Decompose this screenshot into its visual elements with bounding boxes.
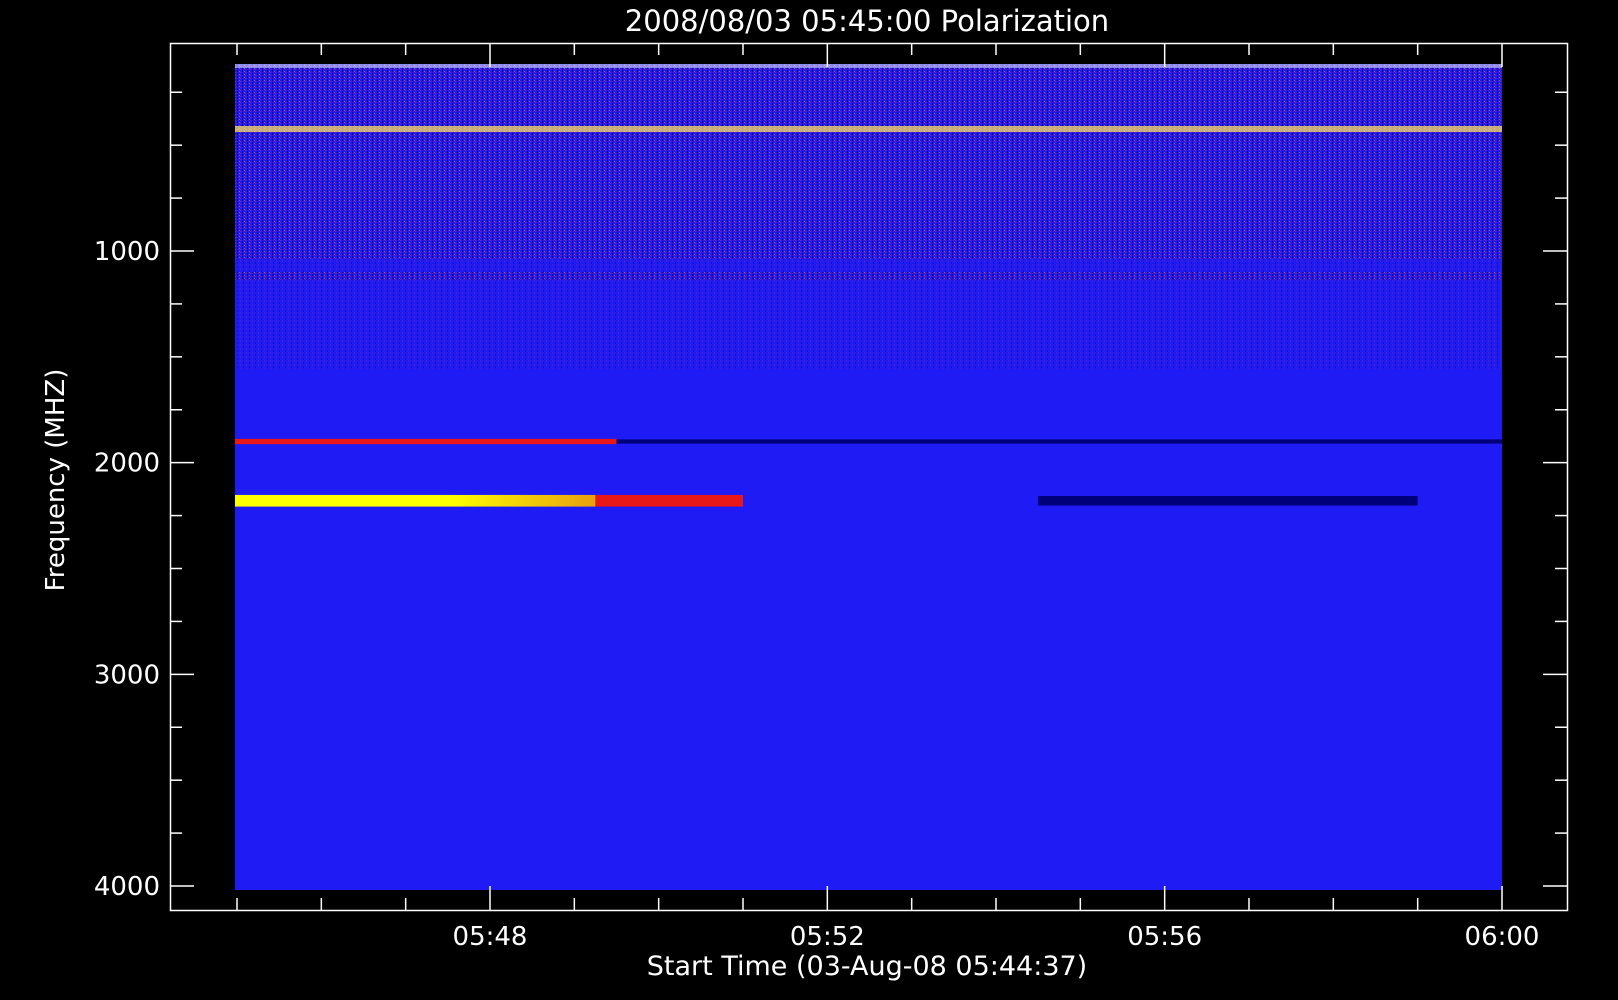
y-tick-label: 3000 [94,660,160,690]
chart-title: 2008/08/03 05:45:00 Polarization [625,4,1109,38]
y-tick-label: 4000 [94,872,160,902]
x-axis-label: Start Time (03-Aug-08 05:44:37) [647,951,1087,982]
y-axis-label: Frequency (MHZ) [41,369,71,592]
y-tick-label: 1000 [94,237,160,267]
x-tick-label: 05:52 [790,922,865,952]
x-tick-label: 05:48 [453,922,528,952]
spectrogram-image [235,64,1502,890]
emission-band-2 [616,439,1502,444]
emission-band-1 [235,438,617,445]
top-edge-line [235,64,1502,68]
emission-band-4 [595,494,743,507]
noise-band-1100 [235,272,1502,280]
noise-band-yellow [235,126,1502,132]
y-tick-label: 2000 [94,449,160,479]
polarization-chart: 2008/08/03 05:45:00 Polarization 1000 200… [41,4,1569,982]
emission-band-5 [1038,496,1418,506]
x-tick-label: 06:00 [1465,922,1540,952]
low-frequency-noise [235,64,1502,259]
emission-band-3 [235,494,596,507]
x-tick-label: 05:56 [1127,922,1202,952]
